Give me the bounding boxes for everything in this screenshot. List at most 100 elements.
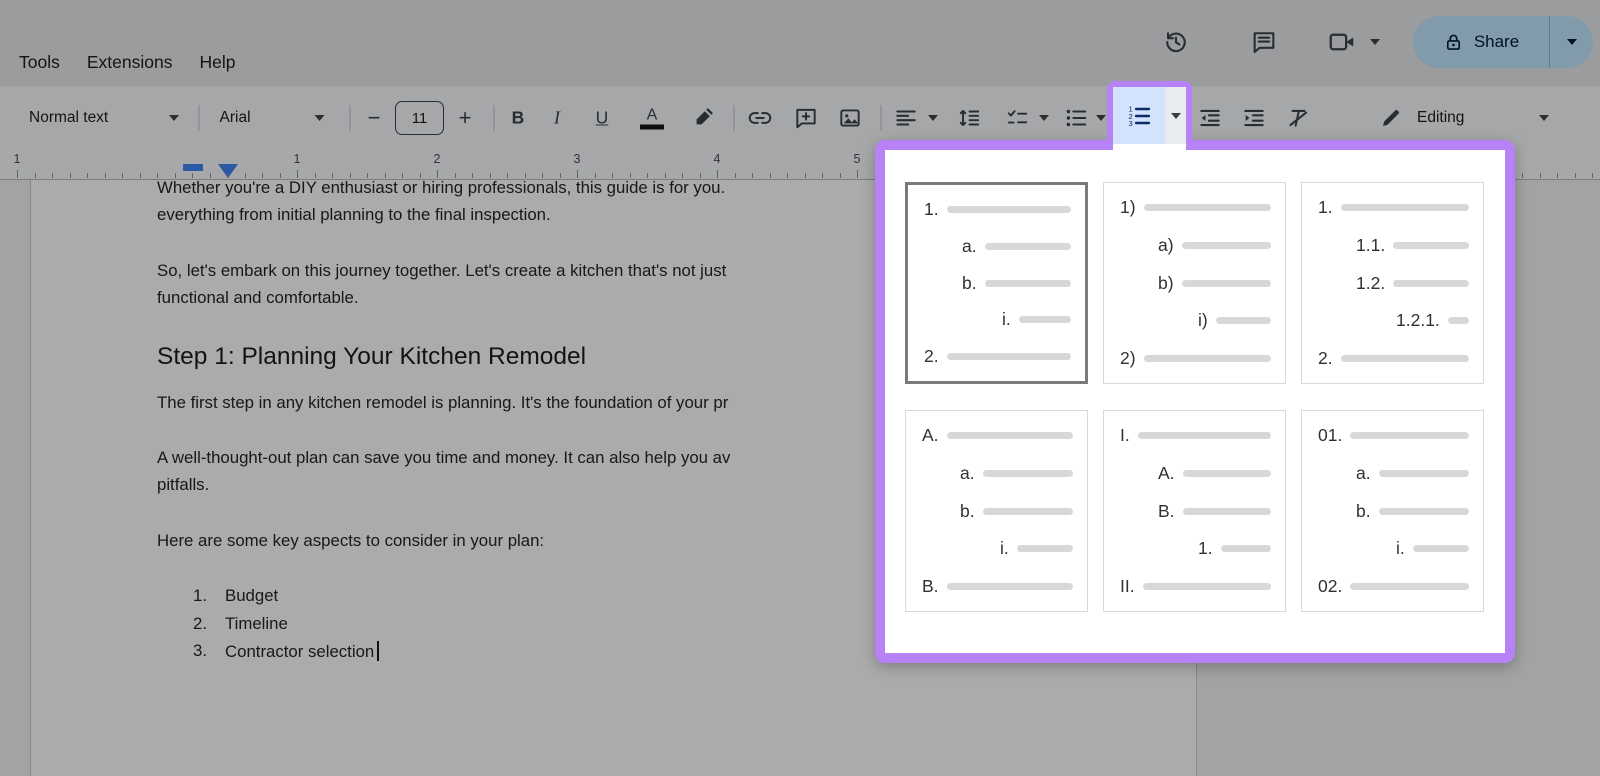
list-style-marker: b.: [960, 501, 975, 522]
list-style-preview-row: 1.2.: [1318, 273, 1469, 294]
list-style-preview-row: b.: [1318, 501, 1469, 522]
list-style-preview: 1.1.1.1.2.1.2.1.2.: [1302, 183, 1483, 383]
chevron-down-icon: [1171, 113, 1181, 119]
placeholder-text-bar: [947, 206, 1071, 213]
list-style-preview-row: 1): [1120, 197, 1271, 218]
list-style-preview-row: B.: [922, 576, 1073, 597]
list-style-marker: i.: [1396, 538, 1405, 559]
list-style-preview-row: 1.: [924, 199, 1071, 220]
list-style-preview-row: b.: [924, 273, 1071, 294]
numbered-list-icon: 1 2 3: [1125, 102, 1153, 130]
list-style-marker: 01.: [1318, 425, 1342, 446]
list-style-marker: 1.2.: [1356, 273, 1385, 294]
list-style-preview-row: i): [1120, 310, 1271, 331]
list-style-preview-row: 02.: [1318, 576, 1469, 597]
list-style-marker: 2): [1120, 348, 1136, 369]
placeholder-text-bar: [985, 280, 1071, 287]
placeholder-text-bar: [1413, 545, 1469, 552]
list-style-preview-row: 01.: [1318, 425, 1469, 446]
list-style-marker: i.: [1002, 309, 1011, 330]
list-style-marker: 1.: [924, 199, 939, 220]
placeholder-text-bar: [1183, 470, 1271, 477]
list-style-preview: A. a. b. i. B.: [906, 411, 1087, 611]
list-style-marker: 1.2.1.: [1396, 310, 1440, 331]
placeholder-text-bar: [1216, 317, 1271, 324]
list-style-marker: B.: [922, 576, 939, 597]
list-style-preview-row: 1.: [1120, 538, 1271, 559]
list-style-preview: 1) a) b) i) 2): [1104, 183, 1285, 383]
list-style-preview-row: 2.: [1318, 348, 1469, 369]
placeholder-text-bar: [985, 243, 1071, 250]
placeholder-text-bar: [1341, 355, 1469, 362]
list-style-preview-row: a.: [924, 236, 1071, 257]
placeholder-text-bar: [1143, 583, 1271, 590]
list-style-preview: 01. a. b. i. 02.: [1302, 411, 1483, 611]
placeholder-text-bar: [1019, 316, 1071, 323]
list-style-preview-row: a.: [1318, 463, 1469, 484]
list-style-preview-row: A.: [1120, 463, 1271, 484]
list-style-preview-row: b.: [922, 501, 1073, 522]
svg-text:3: 3: [1129, 119, 1133, 128]
placeholder-text-bar: [947, 432, 1073, 439]
list-style-marker: a): [1158, 235, 1174, 256]
list-style-marker: 2.: [1318, 348, 1333, 369]
list-style-marker: A.: [1158, 463, 1175, 484]
list-style-preview: I. A. B. 1. II.: [1104, 411, 1285, 611]
list-style-marker: I.: [1120, 425, 1130, 446]
placeholder-text-bar: [1379, 470, 1469, 477]
numbered-list-button-highlight: 1 2 3: [1107, 81, 1192, 150]
placeholder-text-bar: [1393, 280, 1469, 287]
placeholder-text-bar: [1182, 280, 1271, 287]
list-style-preview-row: 2.: [924, 346, 1071, 367]
list-style-marker: i.: [1000, 538, 1009, 559]
list-style-marker: 1.: [1318, 197, 1333, 218]
numbered-list-button[interactable]: 1 2 3: [1113, 87, 1165, 144]
list-style-marker: II.: [1120, 576, 1135, 597]
placeholder-text-bar: [983, 470, 1073, 477]
list-style-preview-row: i.: [922, 538, 1073, 559]
list-style-marker: B.: [1158, 501, 1175, 522]
list-style-preview-row: a.: [922, 463, 1073, 484]
list-style-preview-row: II.: [1120, 576, 1271, 597]
list-style-preview-row: a): [1120, 235, 1271, 256]
list-style-preview-row: 1.1.: [1318, 235, 1469, 256]
list-style-preview-row: I.: [1120, 425, 1271, 446]
placeholder-text-bar: [1393, 242, 1469, 249]
placeholder-text-bar: [1183, 508, 1271, 515]
list-style-marker: a.: [962, 236, 977, 257]
list-style-preview-row: 1.: [1318, 197, 1469, 218]
list-style-marker: 1.: [1198, 538, 1213, 559]
numbered-list-dropdown-button[interactable]: [1165, 87, 1186, 144]
numbered-list-styles-menu: 1.a.b.i.2.1)a)b)i)2)1.1.1.1.2.1.2.1.2.A.…: [875, 140, 1515, 663]
list-style-option-decimal-paren[interactable]: 1) a) b) i) 2): [1103, 182, 1286, 384]
list-style-option-leading-zero-decimal[interactable]: 01. a. b. i. 02.: [1301, 410, 1484, 612]
list-style-marker: b.: [1356, 501, 1371, 522]
placeholder-text-bar: [1144, 204, 1271, 211]
list-style-preview-row: i.: [1318, 538, 1469, 559]
list-style-option-multilevel-decimal[interactable]: 1.1.1.1.2.1.2.1.2.: [1301, 182, 1484, 384]
placeholder-text-bar: [1144, 355, 1271, 362]
list-styles-grid: 1.a.b.i.2.1)a)b)i)2)1.1.1.1.2.1.2.1.2.A.…: [885, 150, 1505, 653]
placeholder-text-bar: [947, 583, 1073, 590]
list-style-preview-row: i.: [924, 309, 1071, 330]
list-style-marker: a.: [960, 463, 975, 484]
list-style-marker: 1): [1120, 197, 1136, 218]
list-style-preview-row: 2): [1120, 348, 1271, 369]
placeholder-text-bar: [1448, 317, 1469, 324]
placeholder-text-bar: [1379, 508, 1469, 515]
list-style-preview: 1. a. b. i. 2.: [908, 185, 1085, 381]
list-style-option-upper-alpha[interactable]: A. a. b. i. B.: [905, 410, 1088, 612]
placeholder-text-bar: [1017, 545, 1073, 552]
placeholder-text-bar: [947, 353, 1071, 360]
list-style-marker: 1.1.: [1356, 235, 1385, 256]
list-style-preview-row: A.: [922, 425, 1073, 446]
list-style-marker: 2.: [924, 346, 939, 367]
list-style-marker: b.: [962, 273, 977, 294]
list-style-option-decimal-alpha-roman[interactable]: 1. a. b. i. 2.: [905, 182, 1088, 384]
placeholder-text-bar: [1138, 432, 1271, 439]
placeholder-text-bar: [983, 508, 1073, 515]
list-style-preview-row: 1.2.1.: [1318, 310, 1469, 331]
list-style-option-upper-roman[interactable]: I. A. B. 1. II.: [1103, 410, 1286, 612]
list-style-preview-row: b): [1120, 273, 1271, 294]
list-style-marker: b): [1158, 273, 1174, 294]
